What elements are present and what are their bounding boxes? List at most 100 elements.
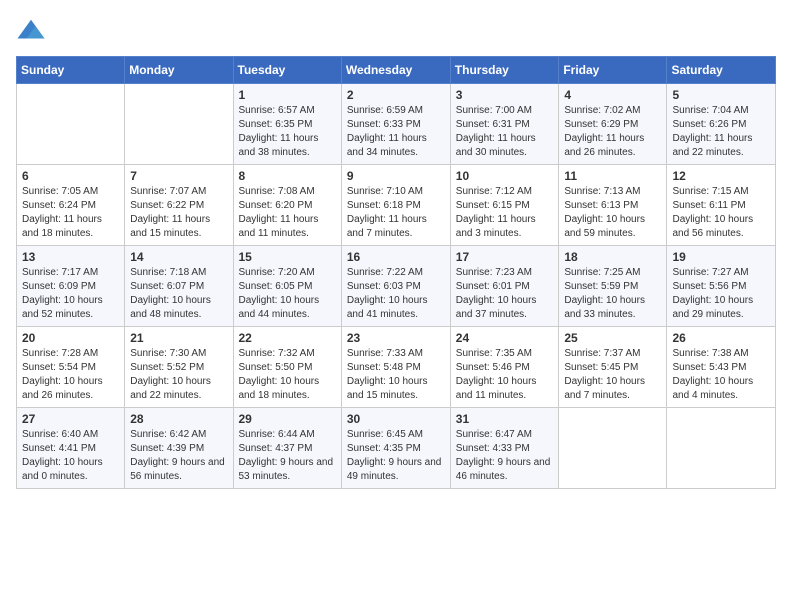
calendar-cell: 20 Sunrise: 7:28 AM Sunset: 5:54 PM Dayli…	[17, 327, 125, 408]
day-info: Sunrise: 7:13 AM Sunset: 6:13 PM Dayligh…	[564, 185, 661, 241]
day-info: Sunrise: 7:22 AM Sunset: 6:03 PM Dayligh…	[347, 266, 445, 322]
calendar-cell	[17, 84, 125, 165]
day-number: 4	[564, 88, 661, 102]
calendar-cell: 23 Sunrise: 7:33 AM Sunset: 5:48 PM Dayli…	[341, 327, 450, 408]
header-cell-monday: Monday	[125, 57, 233, 84]
day-info: Sunrise: 7:28 AM Sunset: 5:54 PM Dayligh…	[22, 347, 119, 403]
day-number: 2	[347, 88, 445, 102]
day-info: Sunrise: 7:35 AM Sunset: 5:46 PM Dayligh…	[456, 347, 554, 403]
day-info: Sunrise: 7:04 AM Sunset: 6:26 PM Dayligh…	[672, 104, 770, 160]
day-number: 12	[672, 169, 770, 183]
day-number: 21	[130, 331, 227, 345]
day-info: Sunrise: 6:57 AM Sunset: 6:35 PM Dayligh…	[239, 104, 336, 160]
day-info: Sunrise: 7:32 AM Sunset: 5:50 PM Dayligh…	[239, 347, 336, 403]
day-number: 31	[456, 412, 554, 426]
day-number: 26	[672, 331, 770, 345]
day-info: Sunrise: 7:17 AM Sunset: 6:09 PM Dayligh…	[22, 266, 119, 322]
day-number: 15	[239, 250, 336, 264]
day-info: Sunrise: 6:47 AM Sunset: 4:33 PM Dayligh…	[456, 428, 554, 484]
day-info: Sunrise: 6:59 AM Sunset: 6:33 PM Dayligh…	[347, 104, 445, 160]
day-number: 14	[130, 250, 227, 264]
calendar-cell: 18Sunrise: 7:25 AM Sunset: 5:59 PM Dayli…	[559, 246, 667, 327]
calendar-cell: 12 Sunrise: 7:15 AM Sunset: 6:11 PM Dayli…	[667, 165, 776, 246]
header-cell-sunday: Sunday	[17, 57, 125, 84]
day-info: Sunrise: 7:05 AM Sunset: 6:24 PM Dayligh…	[22, 185, 119, 241]
calendar-cell: 1 Sunrise: 6:57 AM Sunset: 6:35 PM Daylig…	[233, 84, 341, 165]
day-number: 22	[239, 331, 336, 345]
calendar-cell	[559, 408, 667, 489]
day-number: 30	[347, 412, 445, 426]
calendar-cell: 28Sunrise: 6:42 AM Sunset: 4:39 PM Dayli…	[125, 408, 233, 489]
calendar-week-row: 27 Sunrise: 6:40 AM Sunset: 4:41 PM Dayli…	[17, 408, 776, 489]
day-number: 5	[672, 88, 770, 102]
calendar-cell: 9 Sunrise: 7:10 AM Sunset: 6:18 PM Daylig…	[341, 165, 450, 246]
day-info: Sunrise: 6:42 AM Sunset: 4:39 PM Dayligh…	[130, 428, 227, 484]
day-number: 6	[22, 169, 119, 183]
day-number: 13	[22, 250, 119, 264]
day-info: Sunrise: 7:12 AM Sunset: 6:15 PM Dayligh…	[456, 185, 554, 241]
day-number: 20	[22, 331, 119, 345]
day-number: 11	[564, 169, 661, 183]
header-cell-tuesday: Tuesday	[233, 57, 341, 84]
day-info: Sunrise: 7:02 AM Sunset: 6:29 PM Dayligh…	[564, 104, 661, 160]
day-info: Sunrise: 6:44 AM Sunset: 4:37 PM Dayligh…	[239, 428, 336, 484]
calendar-week-row: 13 Sunrise: 7:17 AM Sunset: 6:09 PM Dayli…	[17, 246, 776, 327]
day-info: Sunrise: 7:15 AM Sunset: 6:11 PM Dayligh…	[672, 185, 770, 241]
header-cell-saturday: Saturday	[667, 57, 776, 84]
day-number: 23	[347, 331, 445, 345]
calendar-cell: 10Sunrise: 7:12 AM Sunset: 6:15 PM Dayli…	[450, 165, 559, 246]
day-info: Sunrise: 7:20 AM Sunset: 6:05 PM Dayligh…	[239, 266, 336, 322]
calendar-table: SundayMondayTuesdayWednesdayThursdayFrid…	[16, 56, 776, 489]
header-cell-thursday: Thursday	[450, 57, 559, 84]
calendar-cell: 13 Sunrise: 7:17 AM Sunset: 6:09 PM Dayli…	[17, 246, 125, 327]
day-number: 27	[22, 412, 119, 426]
calendar-cell: 31 Sunrise: 6:47 AM Sunset: 4:33 PM Dayli…	[450, 408, 559, 489]
calendar-cell: 7 Sunrise: 7:07 AM Sunset: 6:22 PM Daylig…	[125, 165, 233, 246]
day-number: 18	[564, 250, 661, 264]
day-number: 17	[456, 250, 554, 264]
day-number: 29	[239, 412, 336, 426]
day-info: Sunrise: 6:40 AM Sunset: 4:41 PM Dayligh…	[22, 428, 119, 484]
calendar-cell: 24Sunrise: 7:35 AM Sunset: 5:46 PM Dayli…	[450, 327, 559, 408]
calendar-cell: 21 Sunrise: 7:30 AM Sunset: 5:52 PM Dayli…	[125, 327, 233, 408]
day-number: 16	[347, 250, 445, 264]
page-header	[16, 16, 776, 46]
calendar-cell	[125, 84, 233, 165]
header-cell-friday: Friday	[559, 57, 667, 84]
calendar-cell: 15 Sunrise: 7:20 AM Sunset: 6:05 PM Dayli…	[233, 246, 341, 327]
day-number: 7	[130, 169, 227, 183]
calendar-week-row: 20 Sunrise: 7:28 AM Sunset: 5:54 PM Dayli…	[17, 327, 776, 408]
calendar-week-row: 1 Sunrise: 6:57 AM Sunset: 6:35 PM Daylig…	[17, 84, 776, 165]
day-info: Sunrise: 7:23 AM Sunset: 6:01 PM Dayligh…	[456, 266, 554, 322]
logo	[16, 16, 50, 46]
day-info: Sunrise: 6:45 AM Sunset: 4:35 PM Dayligh…	[347, 428, 445, 484]
calendar-header-row: SundayMondayTuesdayWednesdayThursdayFrid…	[17, 57, 776, 84]
day-info: Sunrise: 7:10 AM Sunset: 6:18 PM Dayligh…	[347, 185, 445, 241]
logo-icon	[16, 16, 46, 46]
calendar-cell: 5 Sunrise: 7:04 AM Sunset: 6:26 PM Daylig…	[667, 84, 776, 165]
day-info: Sunrise: 7:37 AM Sunset: 5:45 PM Dayligh…	[564, 347, 661, 403]
calendar-cell: 16 Sunrise: 7:22 AM Sunset: 6:03 PM Dayli…	[341, 246, 450, 327]
calendar-cell: 30 Sunrise: 6:45 AM Sunset: 4:35 PM Dayli…	[341, 408, 450, 489]
day-number: 1	[239, 88, 336, 102]
calendar-cell: 25Sunrise: 7:37 AM Sunset: 5:45 PM Dayli…	[559, 327, 667, 408]
calendar-cell: 3Sunrise: 7:00 AM Sunset: 6:31 PM Daylig…	[450, 84, 559, 165]
day-info: Sunrise: 7:18 AM Sunset: 6:07 PM Dayligh…	[130, 266, 227, 322]
header-cell-wednesday: Wednesday	[341, 57, 450, 84]
day-info: Sunrise: 7:07 AM Sunset: 6:22 PM Dayligh…	[130, 185, 227, 241]
calendar-cell: 2 Sunrise: 6:59 AM Sunset: 6:33 PM Daylig…	[341, 84, 450, 165]
calendar-cell: 8Sunrise: 7:08 AM Sunset: 6:20 PM Daylig…	[233, 165, 341, 246]
calendar-cell: 11 Sunrise: 7:13 AM Sunset: 6:13 PM Dayli…	[559, 165, 667, 246]
calendar-week-row: 6 Sunrise: 7:05 AM Sunset: 6:24 PM Daylig…	[17, 165, 776, 246]
day-info: Sunrise: 7:38 AM Sunset: 5:43 PM Dayligh…	[672, 347, 770, 403]
day-number: 8	[239, 169, 336, 183]
calendar-cell: 29 Sunrise: 6:44 AM Sunset: 4:37 PM Dayli…	[233, 408, 341, 489]
day-info: Sunrise: 7:33 AM Sunset: 5:48 PM Dayligh…	[347, 347, 445, 403]
calendar-cell: 27 Sunrise: 6:40 AM Sunset: 4:41 PM Dayli…	[17, 408, 125, 489]
day-info: Sunrise: 7:30 AM Sunset: 5:52 PM Dayligh…	[130, 347, 227, 403]
calendar-cell: 6 Sunrise: 7:05 AM Sunset: 6:24 PM Daylig…	[17, 165, 125, 246]
day-number: 3	[456, 88, 554, 102]
day-number: 9	[347, 169, 445, 183]
calendar-body: 1 Sunrise: 6:57 AM Sunset: 6:35 PM Daylig…	[17, 84, 776, 489]
calendar-cell: 22 Sunrise: 7:32 AM Sunset: 5:50 PM Dayli…	[233, 327, 341, 408]
